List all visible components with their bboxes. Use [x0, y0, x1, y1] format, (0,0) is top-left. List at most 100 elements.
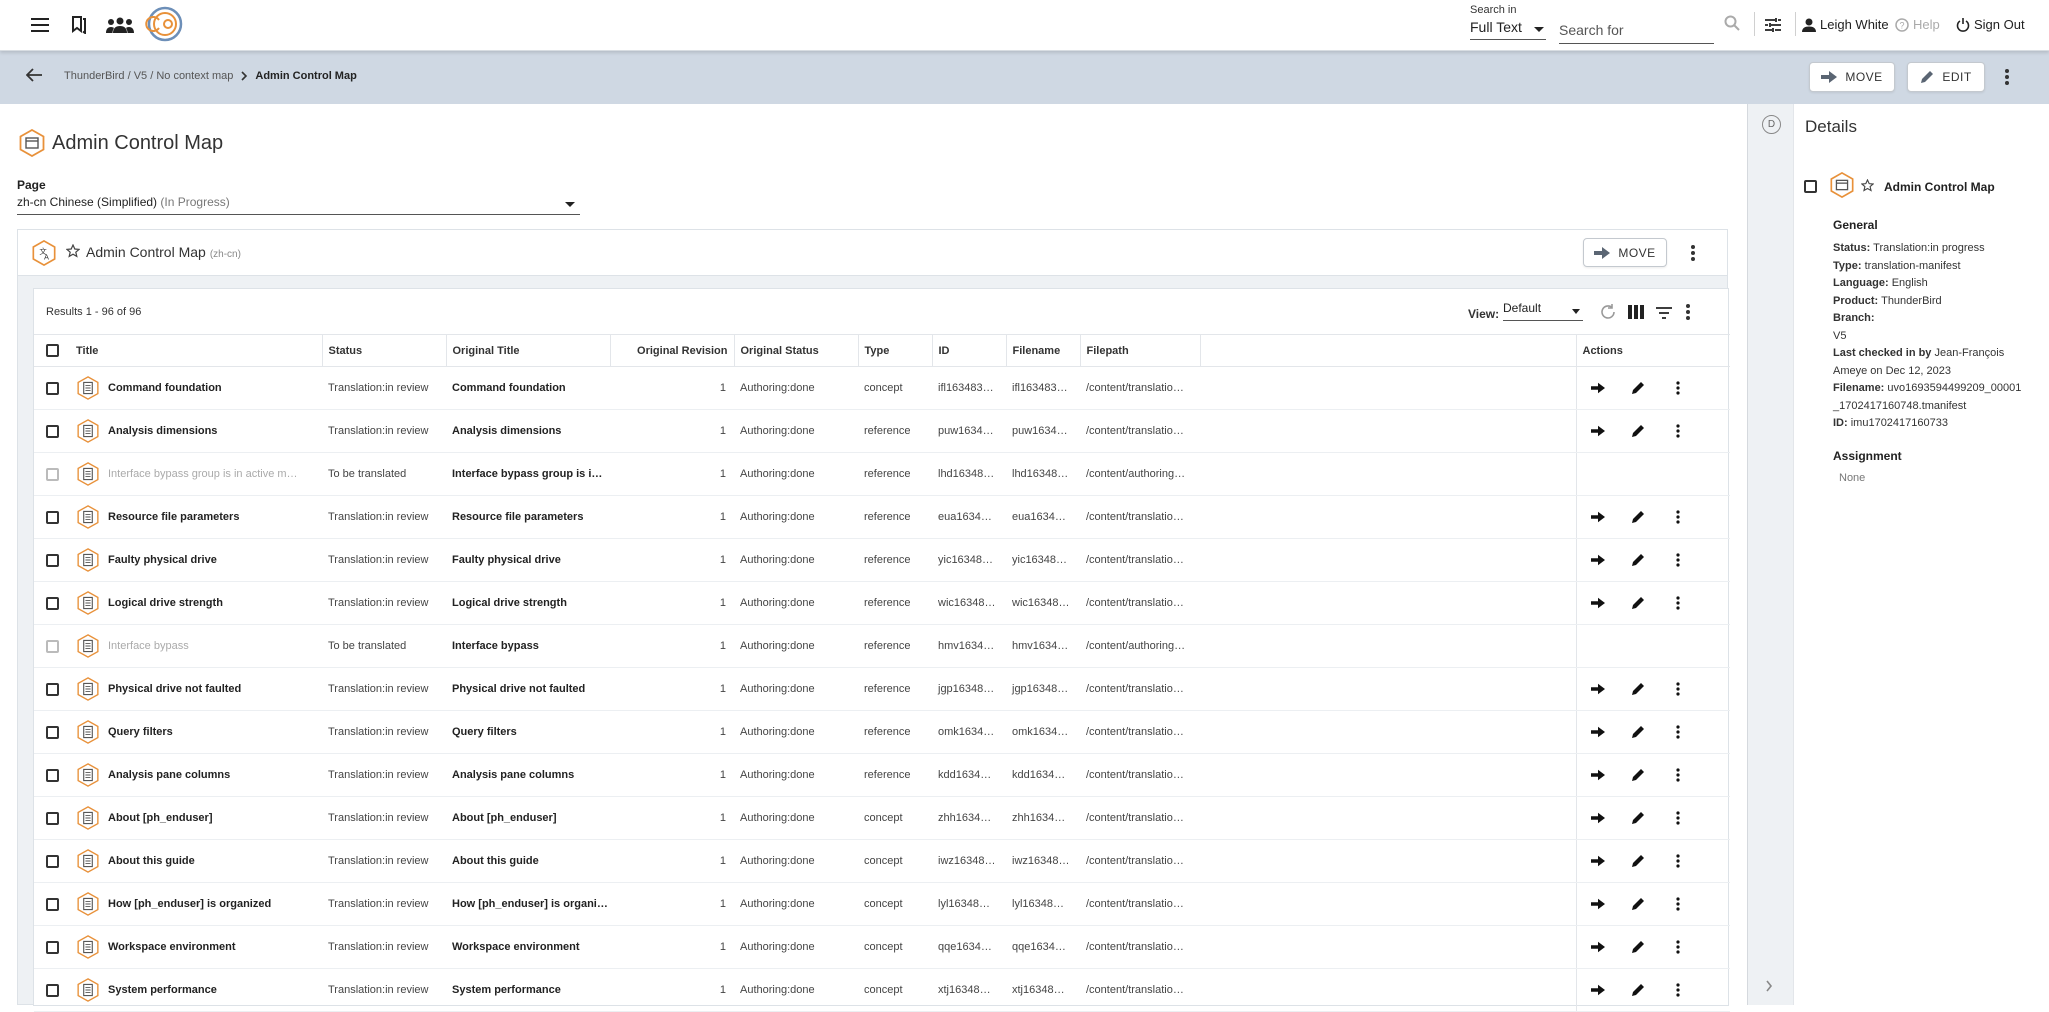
col-header-id[interactable]: ID: [932, 334, 1007, 367]
cell-title[interactable]: How [ph_enduser] is organized: [70, 882, 322, 926]
more-vert-icon[interactable]: [1667, 983, 1689, 997]
table-row[interactable]: Logical drive strength Translation:in re…: [34, 581, 1730, 625]
row-checkbox[interactable]: [46, 510, 59, 524]
col-header-filepath[interactable]: Filepath: [1080, 334, 1201, 367]
more-vert-icon[interactable]: [1667, 682, 1689, 696]
cell-title[interactable]: Analysis pane columns: [70, 753, 322, 797]
cell-title[interactable]: About this guide: [70, 839, 322, 883]
filter-icon[interactable]: [1656, 306, 1672, 324]
row-checkbox[interactable]: [46, 596, 59, 610]
col-header-title[interactable]: Title: [70, 334, 323, 367]
edit-pencil-icon[interactable]: [1627, 553, 1649, 567]
move-button[interactable]: MOVE: [1809, 62, 1895, 92]
search-input[interactable]: Search for: [1559, 21, 1714, 44]
view-select[interactable]: Default: [1503, 301, 1583, 321]
cell-title[interactable]: System performance: [70, 968, 322, 1012]
row-checkbox[interactable]: [46, 768, 59, 782]
row-checkbox[interactable]: [46, 940, 59, 954]
row-checkbox[interactable]: [46, 811, 59, 825]
cell-title[interactable]: Interface bypass group is in active m…: [70, 452, 322, 496]
user-menu[interactable]: Leigh White: [1802, 17, 1889, 32]
move-arrow-icon[interactable]: [1587, 984, 1609, 996]
more-vert-icon[interactable]: [1667, 897, 1689, 911]
table-row[interactable]: About this guide Translation:in review A…: [34, 839, 1730, 883]
edit-pencil-icon[interactable]: [1627, 596, 1649, 610]
row-checkbox[interactable]: [46, 467, 59, 481]
row-checkbox[interactable]: [46, 639, 59, 653]
move-arrow-icon[interactable]: [1587, 511, 1609, 523]
sign-out-link[interactable]: Sign Out: [1956, 17, 2025, 32]
col-header-original-status[interactable]: Original Status: [734, 334, 859, 367]
app-logo[interactable]: [145, 6, 185, 42]
back-arrow-icon[interactable]: [25, 68, 42, 87]
table-row[interactable]: Analysis dimensions Translation:in revie…: [34, 409, 1730, 453]
filter-settings-icon[interactable]: [1760, 12, 1786, 38]
cell-title[interactable]: Physical drive not faulted: [70, 667, 322, 711]
rail-tab-details[interactable]: D: [1762, 115, 1781, 134]
edit-pencil-icon[interactable]: [1627, 424, 1649, 438]
move-arrow-icon[interactable]: [1587, 554, 1609, 566]
move-arrow-icon[interactable]: [1587, 726, 1609, 738]
cell-title[interactable]: Logical drive strength: [70, 581, 322, 625]
select-all-checkbox[interactable]: [46, 344, 59, 357]
edit-pencil-icon[interactable]: [1627, 940, 1649, 954]
table-row[interactable]: Query filters Translation:in review Quer…: [34, 710, 1730, 754]
edit-pencil-icon[interactable]: [1627, 381, 1649, 395]
move-arrow-icon[interactable]: [1587, 941, 1609, 953]
row-checkbox[interactable]: [46, 854, 59, 868]
row-checkbox[interactable]: [46, 553, 59, 567]
row-checkbox[interactable]: [46, 682, 59, 696]
table-row[interactable]: Resource file parameters Translation:in …: [34, 495, 1730, 539]
row-checkbox[interactable]: [46, 897, 59, 911]
move-arrow-icon[interactable]: [1587, 855, 1609, 867]
table-row[interactable]: Interface bypass group is in active m… T…: [34, 452, 1730, 496]
cell-title[interactable]: Interface bypass: [70, 624, 322, 668]
groups-icon[interactable]: [104, 12, 136, 38]
breadcrumb-path[interactable]: ThunderBird / V5 / No context map: [64, 70, 233, 82]
col-header-status[interactable]: Status: [322, 334, 447, 367]
edit-pencil-icon[interactable]: [1627, 811, 1649, 825]
move-arrow-icon[interactable]: [1587, 898, 1609, 910]
table-row[interactable]: How [ph_enduser] is organized Translatio…: [34, 882, 1730, 926]
search-in-value[interactable]: Full Text: [1470, 19, 1546, 40]
star-icon[interactable]: [65, 243, 81, 263]
edit-pencil-icon[interactable]: [1627, 854, 1649, 868]
table-row[interactable]: System performance Translation:in review…: [34, 968, 1730, 1012]
row-checkbox[interactable]: [46, 725, 59, 739]
cell-title[interactable]: Workspace environment: [70, 925, 322, 969]
search-icon[interactable]: [1724, 15, 1740, 36]
cell-title[interactable]: Resource file parameters: [70, 495, 322, 539]
table-row[interactable]: Workspace environment Translation:in rev…: [34, 925, 1730, 969]
page-select[interactable]: zh-cn Chinese (Simplified) (In Progress): [17, 195, 580, 215]
more-vert-icon[interactable]: [1667, 854, 1689, 868]
columns-icon[interactable]: [1628, 305, 1644, 324]
refresh-icon[interactable]: [1599, 303, 1617, 326]
edit-pencil-icon[interactable]: [1627, 510, 1649, 524]
menu-icon[interactable]: [27, 12, 53, 38]
star-icon[interactable]: [1860, 178, 1875, 195]
col-header-filename[interactable]: Filename: [1006, 334, 1081, 367]
move-arrow-icon[interactable]: [1587, 812, 1609, 824]
col-header-type[interactable]: Type: [858, 334, 933, 367]
more-vert-icon[interactable]: [2004, 68, 2010, 91]
cell-title[interactable]: Query filters: [70, 710, 322, 754]
more-vert-icon[interactable]: [1667, 811, 1689, 825]
col-header-original-title[interactable]: Original Title: [446, 334, 611, 367]
move-arrow-icon[interactable]: [1587, 425, 1609, 437]
move-arrow-icon[interactable]: [1587, 597, 1609, 609]
more-vert-icon[interactable]: [1667, 940, 1689, 954]
table-row[interactable]: Analysis pane columns Translation:in rev…: [34, 753, 1730, 797]
table-row[interactable]: About [ph_enduser] Translation:in review…: [34, 796, 1730, 840]
move-arrow-icon[interactable]: [1587, 769, 1609, 781]
panel-move-button[interactable]: MOVE: [1583, 238, 1667, 267]
more-vert-icon[interactable]: [1690, 244, 1696, 267]
more-vert-icon[interactable]: [1667, 424, 1689, 438]
more-vert-icon[interactable]: [1667, 768, 1689, 782]
chevron-right-icon[interactable]: [1765, 979, 1773, 997]
cell-title[interactable]: Analysis dimensions: [70, 409, 322, 453]
more-vert-icon[interactable]: [1667, 596, 1689, 610]
more-vert-icon[interactable]: [1667, 725, 1689, 739]
bookmarks-icon[interactable]: [66, 12, 92, 38]
more-vert-icon[interactable]: [1667, 510, 1689, 524]
table-row[interactable]: Command foundation Translation:in review…: [34, 366, 1730, 410]
